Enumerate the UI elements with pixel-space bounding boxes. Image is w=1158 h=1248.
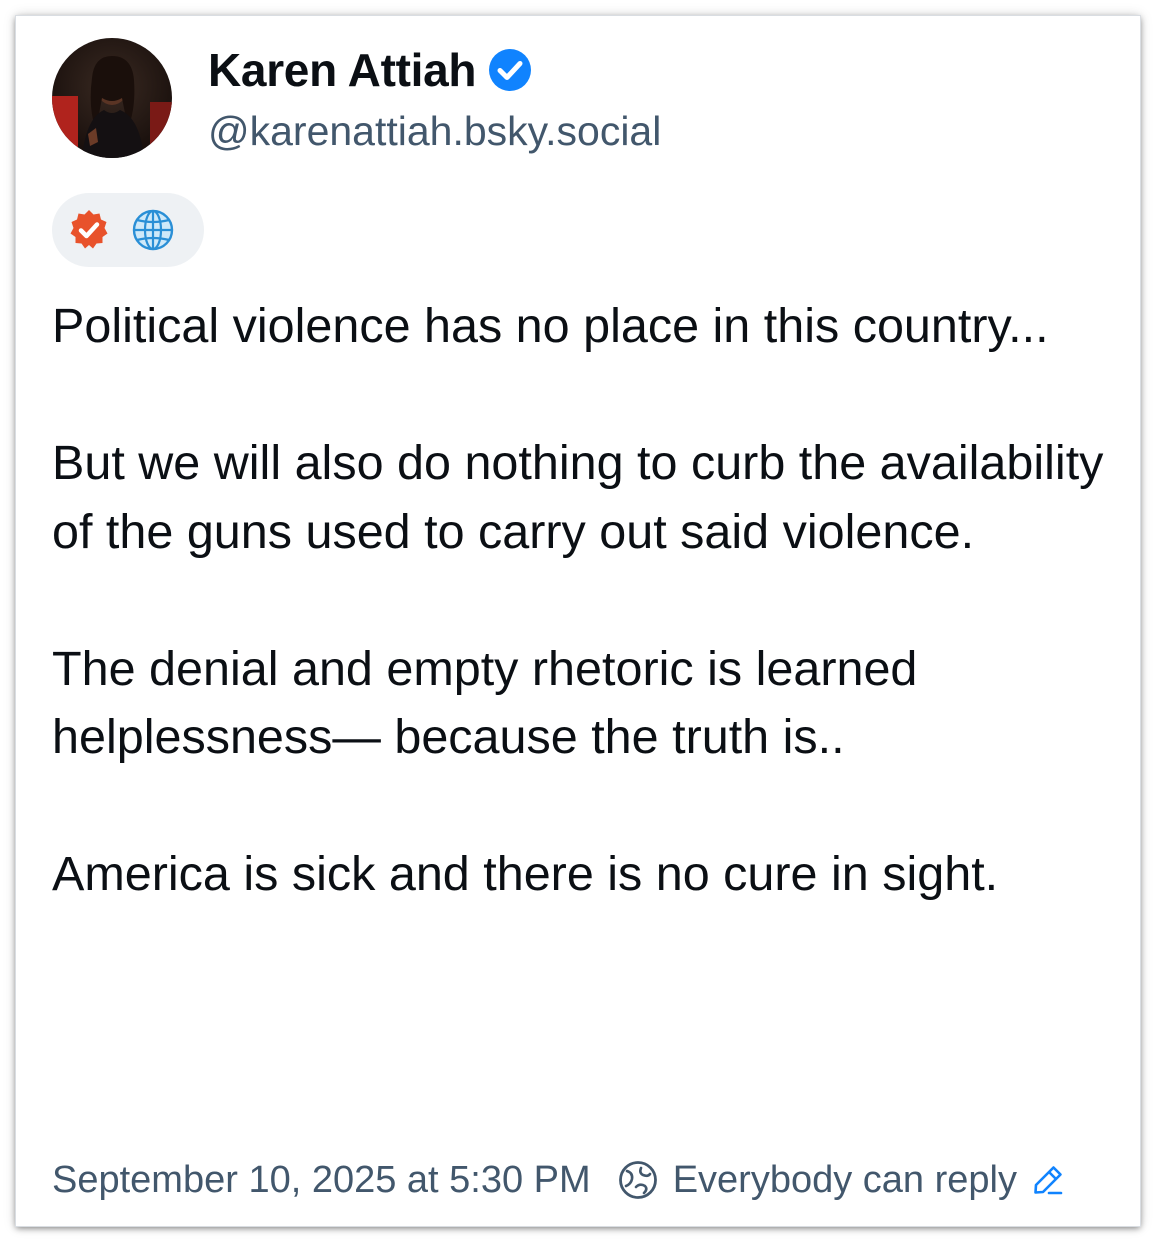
- pencil-icon[interactable]: [1031, 1163, 1065, 1197]
- post-card: Karen Attiah @karenattiah.bsky.social Po…: [16, 16, 1140, 1226]
- post-text: Political violence has no place in this …: [52, 292, 1112, 909]
- avatar[interactable]: [52, 38, 172, 158]
- globe-reply-icon: [618, 1161, 657, 1199]
- globe-icon: [132, 209, 174, 251]
- reply-setting-label: Everybody can reply: [672, 1158, 1017, 1201]
- profile-photo: [52, 38, 172, 158]
- verified-badge-icon[interactable]: [488, 48, 532, 92]
- display-name[interactable]: Karen Attiah: [208, 43, 476, 97]
- post-footer: September 10, 2025 at 5:30 PM Everybody …: [52, 1156, 1065, 1204]
- post-paragraph: Political violence has no place in this …: [52, 299, 1049, 353]
- post-paragraph: America is sick and there is no cure in …: [52, 847, 999, 901]
- post-timestamp[interactable]: September 10, 2025 at 5:30 PM: [52, 1159, 591, 1202]
- name-row: Karen Attiah: [208, 42, 532, 98]
- reply-settings[interactable]: Everybody can reply: [617, 1159, 1065, 1202]
- checkmark-label-icon: [70, 210, 108, 249]
- labels-pill[interactable]: [52, 193, 204, 267]
- user-handle[interactable]: @karenattiah.bsky.social: [208, 108, 661, 155]
- post-paragraph: The denial and empty rhetoric is learned…: [52, 641, 918, 765]
- post-paragraph: But we will also do nothing to curb the …: [52, 436, 1104, 559]
